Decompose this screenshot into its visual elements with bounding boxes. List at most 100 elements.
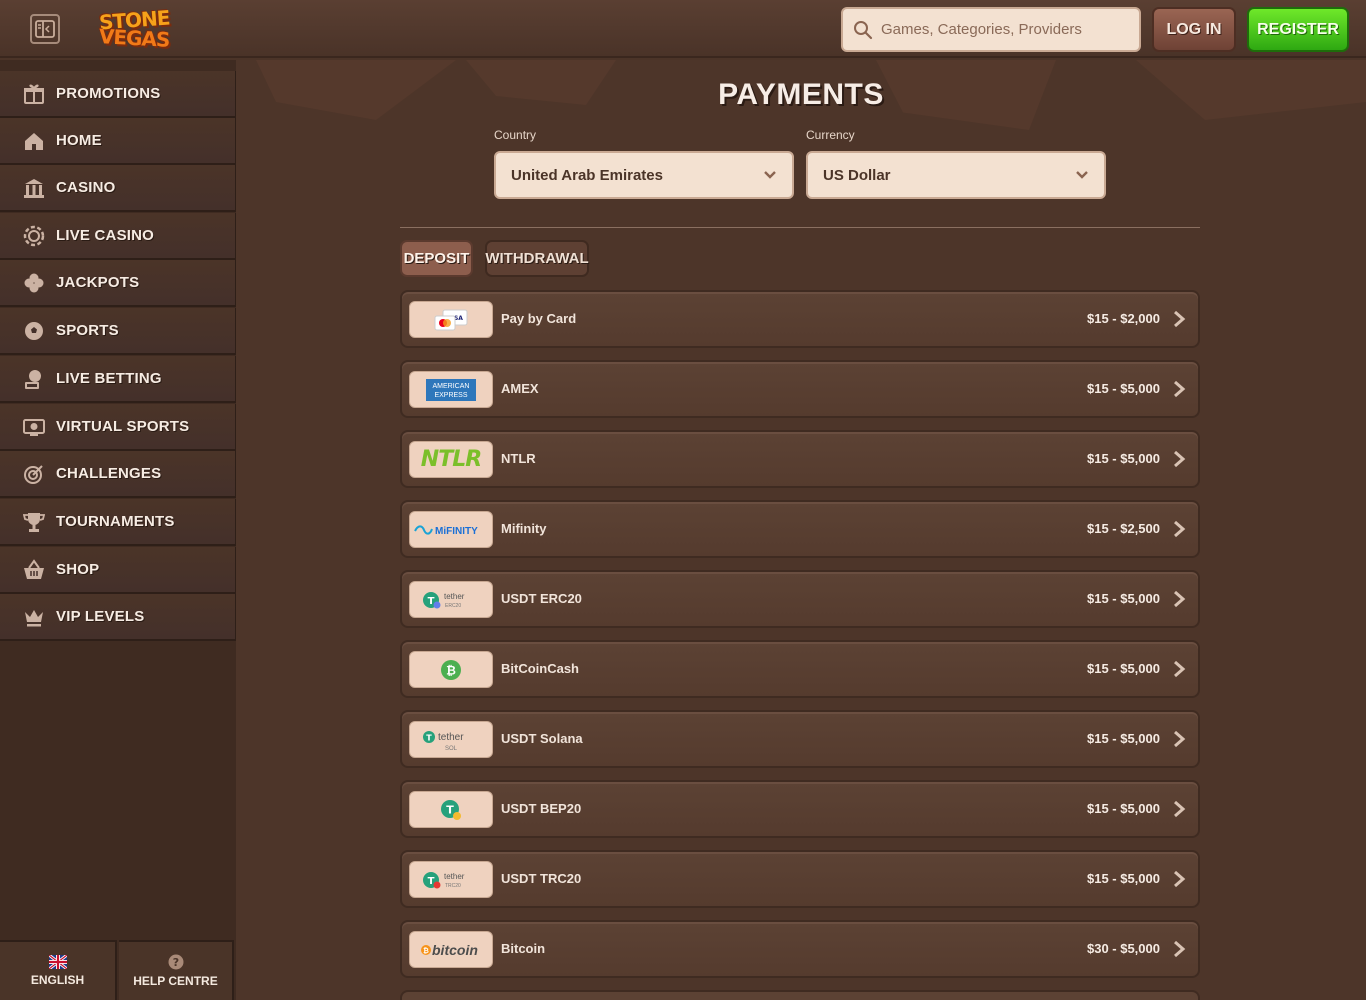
sidebar-item-label: VIRTUAL SPORTS: [56, 418, 190, 435]
chip-icon: [22, 224, 46, 248]
casino-building-icon: [22, 176, 46, 200]
payment-row-mifinity[interactable]: MiFINITY Mifinity $15 - $2,500: [400, 500, 1200, 558]
svg-text:SOL: SOL: [445, 746, 458, 752]
sidebar-item-promotions[interactable]: PROMOTIONS: [0, 71, 238, 118]
card-logo: VISA: [409, 301, 493, 338]
svg-text:tether: tether: [444, 592, 465, 601]
amex-logo: AMERICAN EXPRESS: [409, 371, 493, 408]
payment-name: Mifinity: [501, 521, 547, 536]
payment-row-pay-by-card[interactable]: VISA Pay by Card $15 - $2,000: [400, 290, 1200, 348]
sidebar-item-label: CASINO: [56, 179, 116, 196]
target-icon: [22, 462, 46, 486]
register-button[interactable]: REGISTER: [1247, 7, 1349, 52]
sidebar-item-label: LIVE CASINO: [56, 227, 155, 244]
logo-text-vegas: VEGAS: [98, 24, 170, 52]
svg-text:?: ?: [172, 956, 178, 969]
svg-text:₿: ₿: [423, 947, 429, 955]
page-title: PAYMENTS: [718, 78, 884, 111]
tether-sol-logo: T tether SOL: [409, 721, 493, 758]
search-icon: [854, 20, 873, 39]
sidebar-item-label: LIVE BETTING: [56, 370, 162, 387]
svg-text:T: T: [446, 803, 454, 816]
help-centre-button[interactable]: ? HELP CENTRE: [119, 940, 234, 1000]
chevron-right-icon: [1174, 380, 1186, 398]
payment-name: Bitcoin: [501, 941, 546, 956]
sidebar-item-vip-levels[interactable]: VIP LEVELS: [0, 594, 238, 641]
currency-select[interactable]: US Dollar: [806, 151, 1106, 199]
bitcoincash-logo: ₿: [409, 651, 493, 688]
svg-text:₿: ₿: [446, 663, 456, 677]
virtual-sports-icon: [22, 415, 46, 439]
stone-vegas-logo[interactable]: STONE VEGAS: [86, 6, 182, 52]
tab-deposit[interactable]: DEPOSIT: [400, 240, 473, 277]
sidebar-item-tournaments[interactable]: TOURNAMENTS: [0, 499, 238, 546]
sidebar-item-home[interactable]: HOME: [0, 118, 238, 165]
chevron-right-icon: [1174, 940, 1186, 958]
sidebar-item-label: SHOP: [56, 561, 100, 578]
uk-flag-icon: [48, 955, 67, 969]
payment-name: NTLR: [501, 451, 536, 466]
tab-withdrawal[interactable]: WITHDRAWAL: [485, 240, 589, 277]
payment-name: USDT BEP20: [501, 801, 582, 816]
payment-row-usdt-erc20[interactable]: T tether ERC20 USDT ERC20 $15 - $5,000: [400, 570, 1200, 628]
payment-row-ntlr[interactable]: NTLR NTLR $15 - $5,000: [400, 430, 1200, 488]
sidebar-item-live-betting[interactable]: LIVE BETTING: [0, 356, 238, 403]
payment-range: $30 - $5,000: [1086, 941, 1160, 956]
svg-text:bitcoin: bitcoin: [432, 942, 478, 958]
sidebar-item-label: VIP LEVELS: [56, 608, 145, 625]
payment-range: $15 - $5,000: [1086, 731, 1160, 746]
help-icon: ?: [168, 954, 183, 970]
svg-text:tether: tether: [444, 872, 465, 881]
sidebar-item-live-casino[interactable]: LIVE CASINO: [0, 213, 238, 260]
svg-text:tether: tether: [438, 732, 464, 743]
search-box[interactable]: [841, 7, 1141, 52]
home-icon: [22, 129, 46, 153]
sidebar-item-label: HOME: [56, 132, 102, 149]
payment-name: Pay by Card: [501, 311, 577, 326]
gift-chest-icon: [22, 82, 46, 106]
chevron-right-icon: [1174, 590, 1186, 608]
login-button[interactable]: LOG IN: [1152, 7, 1236, 52]
crown-icon: [22, 605, 46, 629]
sidebar-item-label: SPORTS: [56, 322, 119, 339]
payment-row-bitcoincash[interactable]: ₿ BitCoinCash $15 - $5,000: [400, 640, 1200, 698]
sidebar-item-shop[interactable]: SHOP: [0, 547, 238, 594]
chevron-right-icon: [1174, 660, 1186, 678]
sidebar-item-virtual-sports[interactable]: VIRTUAL SPORTS: [0, 404, 238, 451]
soccer-ball-icon: [22, 319, 46, 343]
clover-icon: [22, 271, 46, 295]
country-select[interactable]: United Arab Emirates: [494, 151, 794, 199]
payment-row-usdt-solana[interactable]: T tether SOL USDT Solana $15 - $5,000: [400, 710, 1200, 768]
sidebar-item-challenges[interactable]: CHALLENGES: [0, 451, 238, 498]
search-input[interactable]: [881, 21, 1121, 38]
svg-text:MiFINITY: MiFINITY: [435, 526, 478, 537]
sidebar-item-label: CHALLENGES: [56, 465, 162, 482]
chevron-right-icon: [1174, 800, 1186, 818]
trophy-icon: [22, 510, 46, 534]
sidebar-item-sports[interactable]: SPORTS: [0, 308, 238, 355]
payment-range: $15 - $5,000: [1086, 801, 1160, 816]
live-betting-icon: [22, 367, 46, 391]
chevron-down-icon: [1076, 171, 1088, 179]
section-divider: [400, 227, 1200, 228]
payment-row-usdt-trc20[interactable]: T tether TRC20 USDT TRC20 $15 - $5,000: [400, 850, 1200, 908]
sidebar-item-label: TOURNAMENTS: [56, 513, 175, 530]
svg-text:EXPRESS: EXPRESS: [434, 392, 467, 399]
sidebar-item-casino[interactable]: CASINO: [0, 165, 238, 212]
sidebar: PROMOTIONS HOME CASINO LIVE CASINO JACKP…: [0, 60, 238, 1000]
payment-row-amex[interactable]: AMERICAN EXPRESS AMEX $15 - $5,000: [400, 360, 1200, 418]
language-selector[interactable]: ENGLISH: [0, 940, 117, 1000]
country-label: Country: [494, 128, 537, 142]
ntlr-logo: NTLR: [409, 441, 493, 478]
chevron-right-icon: [1174, 450, 1186, 468]
payment-row-partial[interactable]: [400, 990, 1200, 1000]
sidebar-item-label: JACKPOTS: [56, 274, 140, 291]
tether-erc20-logo: T tether ERC20: [409, 581, 493, 618]
payment-row-bitcoin[interactable]: ₿ bitcoin Bitcoin $30 - $5,000: [400, 920, 1200, 978]
sidebar-toggle-button[interactable]: [30, 14, 60, 44]
sidebar-item-jackpots[interactable]: JACKPOTS: [0, 260, 238, 307]
payment-name: BitCoinCash: [501, 661, 579, 676]
payment-name: USDT TRC20: [501, 871, 582, 886]
payment-row-usdt-bep20[interactable]: T USDT BEP20 $15 - $5,000: [400, 780, 1200, 838]
payment-name: USDT ERC20: [501, 591, 582, 606]
